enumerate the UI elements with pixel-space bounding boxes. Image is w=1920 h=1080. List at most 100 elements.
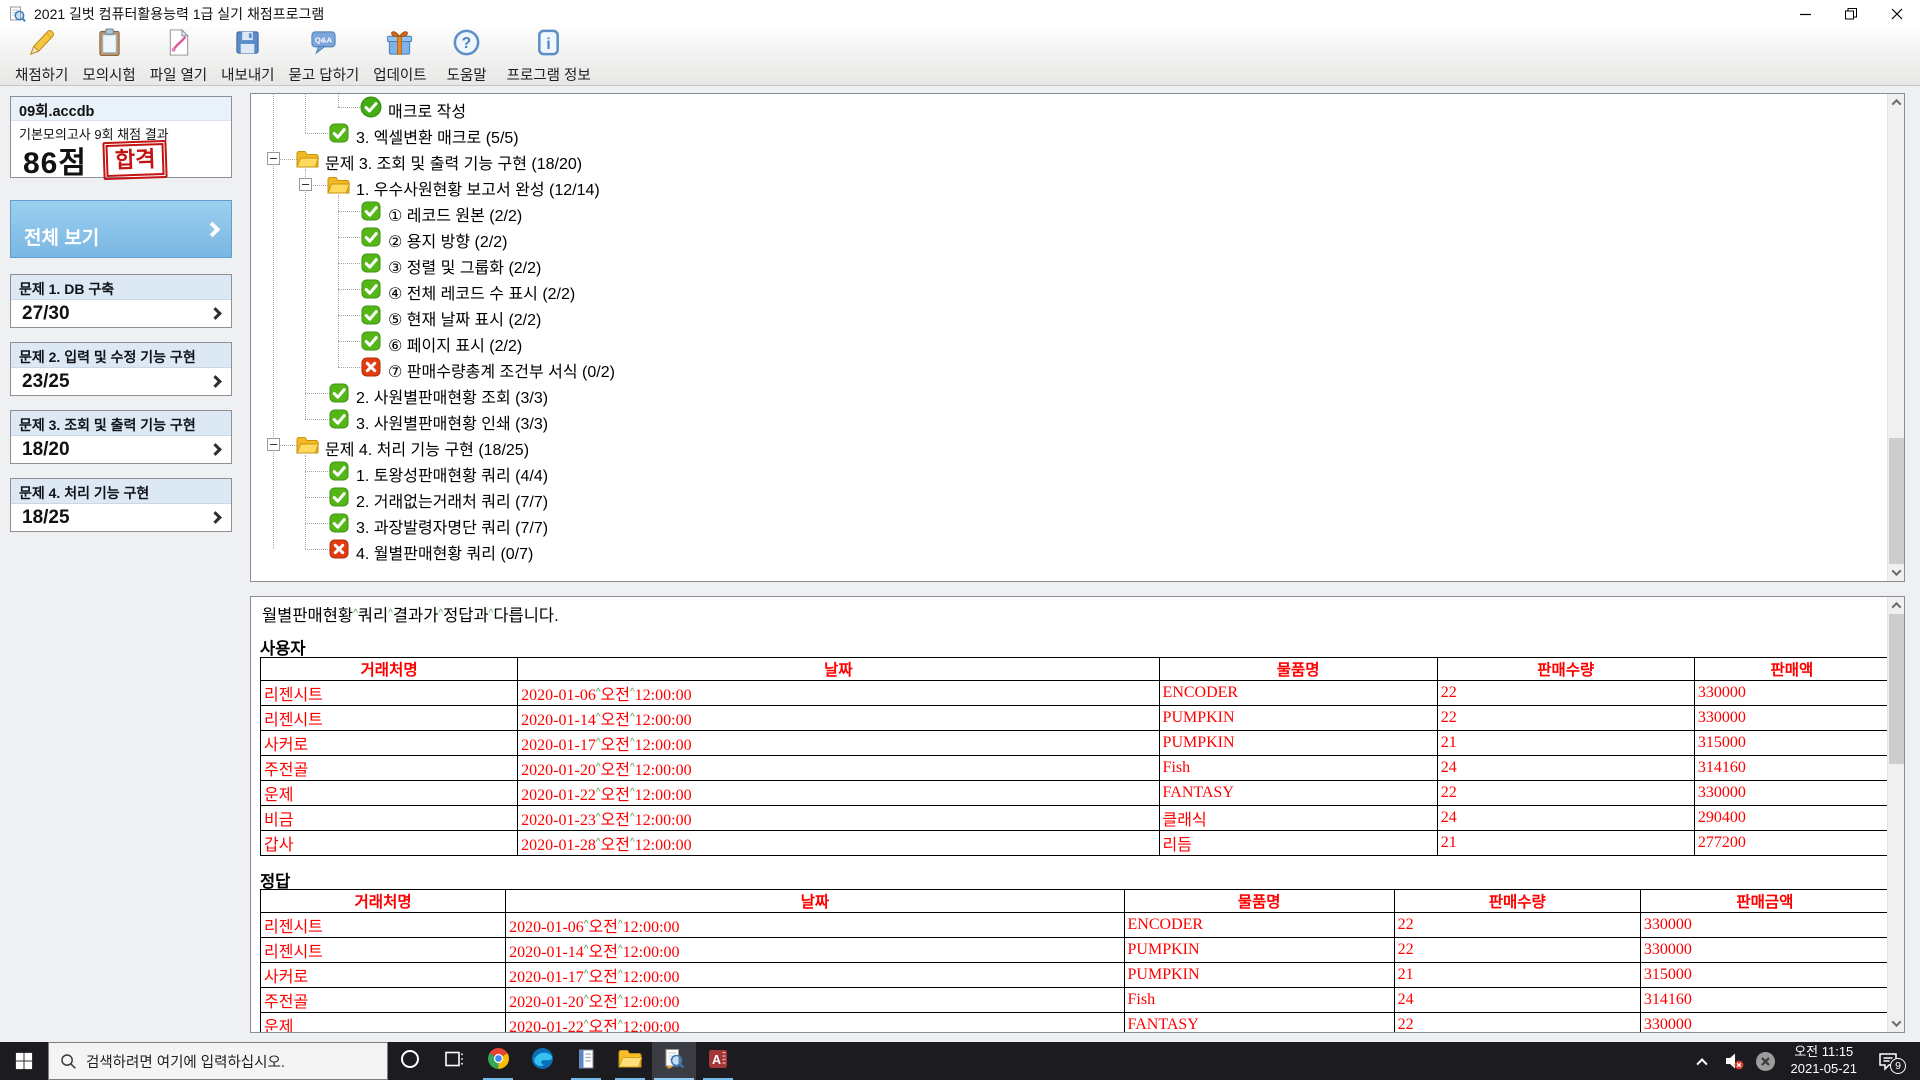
tree-item[interactable]: 문제 4. 처리 기능 구현 (18/25) bbox=[251, 432, 1887, 459]
taskbar-app-notepad[interactable] bbox=[564, 1042, 608, 1080]
toolbar-mock-exam-button[interactable]: 모의시험 bbox=[75, 28, 142, 84]
pass-icon bbox=[359, 278, 382, 300]
table-cell: 21 bbox=[1436, 830, 1695, 856]
tree-item[interactable]: ⑤ 현재 날짜 표시 (2/2) bbox=[251, 302, 1887, 329]
toolbar-button-label: 프로그램 정보 bbox=[506, 68, 591, 84]
taskbar-app-edge[interactable] bbox=[520, 1042, 564, 1080]
window-title: 2021 길벗 컴퓨터활용능력 1급 실기 채점프로그램 bbox=[34, 6, 325, 22]
tray-status-icon[interactable] bbox=[1752, 1042, 1780, 1080]
expander-toggle[interactable] bbox=[267, 438, 280, 451]
tree-item[interactable]: 1. 토왕성판매현황 쿼리 (4/4) bbox=[251, 458, 1887, 485]
tree-item[interactable]: 4. 월별판매현황 쿼리 (0/7) bbox=[251, 536, 1887, 563]
view-all-button[interactable]: 전체 보기 bbox=[10, 200, 232, 258]
problem-score: 27/30 bbox=[22, 302, 70, 324]
toolbar-open-file-button[interactable]: 파일 열기 bbox=[143, 28, 214, 84]
tree-item[interactable]: 2. 거래없는거래처 쿼리 (7/7) bbox=[251, 484, 1887, 511]
table-cell: 2020-01-22^오전^12:00:00 bbox=[505, 1012, 1125, 1032]
file-explorer-icon bbox=[618, 1049, 643, 1074]
taskbar-app-task-view[interactable] bbox=[432, 1042, 476, 1080]
toolbar-grade-button[interactable]: 채점하기 bbox=[8, 28, 75, 84]
minimize-button[interactable] bbox=[1782, 0, 1828, 28]
tree-item[interactable]: 1. 우수사원현황 보고서 완성 (12/14) bbox=[251, 172, 1887, 199]
scrollbar-thumb[interactable] bbox=[1889, 438, 1904, 564]
table-cell: 2020-01-20^오전^12:00:00 bbox=[517, 755, 1160, 781]
scroll-up-arrow-icon[interactable] bbox=[1888, 597, 1904, 614]
table-cell: 22 bbox=[1436, 780, 1695, 806]
taskbar-app-grading-app[interactable] bbox=[652, 1042, 696, 1080]
problem-summary-4[interactable]: 문제 4. 처리 기능 구현 18/25 bbox=[10, 478, 232, 532]
taskbar-app-access[interactable]: A bbox=[696, 1042, 740, 1080]
space-marker: ^ bbox=[353, 608, 358, 619]
close-button[interactable] bbox=[1874, 0, 1920, 28]
scrollbar-thumb[interactable] bbox=[1889, 614, 1904, 764]
tray-clock[interactable]: 오전 11:15 2021-05-21 bbox=[1784, 1044, 1865, 1078]
table-row: 비금 2020-01-23^오전^12:00:00 클래식 24 290400 bbox=[259, 805, 1891, 831]
tree-item[interactable]: 3. 과장발령자명단 쿼리 (7/7) bbox=[251, 510, 1887, 537]
expander-toggle[interactable] bbox=[267, 152, 280, 165]
expander-toggle[interactable] bbox=[299, 178, 312, 191]
windows-taskbar: 검색하려면 여기에 입력하십시오. A 오전 11:15 2021-05-21 bbox=[0, 1042, 1920, 1080]
toolbar-about-button[interactable]: i 프로그램 정보 bbox=[500, 29, 598, 84]
taskbar-search-input[interactable]: 검색하려면 여기에 입력하십시오. bbox=[48, 1042, 388, 1080]
space-marker: ^ bbox=[438, 608, 444, 619]
table-row: 사커로 2020-01-17^오전^12:00:00 PUMPKIN 21 315000 bbox=[259, 962, 1891, 988]
column-header: 물품명 bbox=[1123, 889, 1395, 913]
tree-item[interactable]: 2. 사원별판매현황 조회 (3/3) bbox=[251, 380, 1887, 407]
table-cell: 22 bbox=[1393, 1012, 1641, 1032]
start-button[interactable] bbox=[0, 1042, 48, 1080]
table-cell: 314160 bbox=[1639, 987, 1891, 1013]
svg-text:A: A bbox=[712, 1053, 721, 1067]
graded-file-name: 09회.accdb bbox=[11, 97, 231, 121]
scroll-down-arrow-icon[interactable] bbox=[1888, 564, 1905, 581]
tree-item[interactable]: 매크로 작성 bbox=[251, 94, 1887, 121]
problem-summary-2[interactable]: 문제 2. 입력 및 수정 기능 구현 23/25 bbox=[10, 342, 232, 396]
column-header: 판매액 bbox=[1693, 657, 1891, 681]
column-header: 날짜 bbox=[505, 889, 1125, 913]
folder-icon bbox=[296, 148, 319, 170]
space-marker: ^ bbox=[629, 737, 635, 748]
tree-item[interactable]: ⑥ 페이지 표시 (2/2) bbox=[251, 328, 1887, 355]
toolbar-help-button[interactable]: ? 도움말 bbox=[434, 29, 500, 84]
notification-center-button[interactable]: 9 bbox=[1868, 1042, 1908, 1080]
taskbar-app-chrome[interactable] bbox=[476, 1042, 520, 1080]
tree-item[interactable]: ④ 전체 레코드 수 표시 (2/2) bbox=[251, 276, 1887, 303]
table-cell: 24 bbox=[1436, 755, 1695, 781]
toolbar-export-button[interactable]: 내보내기 bbox=[214, 30, 281, 84]
result-scrollbar[interactable] bbox=[1887, 597, 1904, 1032]
tree-item[interactable]: ③ 정렬 및 그룹화 (2/2) bbox=[251, 250, 1887, 277]
volume-muted-icon[interactable] bbox=[1720, 1042, 1748, 1080]
taskbar-app-cortana[interactable] bbox=[388, 1042, 432, 1080]
pass-icon bbox=[327, 382, 350, 404]
tree-scrollbar[interactable] bbox=[1887, 94, 1904, 581]
table-cell: 315000 bbox=[1639, 962, 1891, 988]
table-cell: 330000 bbox=[1639, 912, 1891, 938]
tree-item[interactable]: 문제 3. 조회 및 출력 기능 구현 (18/20) bbox=[251, 146, 1887, 173]
score-card: 09회.accdb 기본모의고사 9회 채점 결과 86점 합격 bbox=[10, 96, 232, 180]
problem-summary-1[interactable]: 문제 1. DB 구축 27/30 bbox=[10, 274, 232, 328]
pencil-icon bbox=[27, 28, 56, 62]
space-marker: ^ bbox=[617, 1019, 623, 1030]
toolbar-update-button[interactable]: 업데이트 bbox=[366, 30, 433, 84]
table-cell: 2020-01-17^오전^12:00:00 bbox=[517, 730, 1160, 756]
table-cell: 22 bbox=[1393, 937, 1641, 963]
problem-summary-3[interactable]: 문제 3. 조회 및 출력 기능 구현 18/20 bbox=[10, 410, 232, 464]
scroll-down-arrow-icon[interactable] bbox=[1888, 1015, 1904, 1032]
tree-item[interactable]: 3. 사원별판매현황 인쇄 (3/3) bbox=[251, 406, 1887, 433]
table-cell: 주전골 bbox=[259, 987, 507, 1013]
table-cell: 리젠시트 bbox=[259, 705, 519, 731]
scroll-up-arrow-icon[interactable] bbox=[1888, 94, 1905, 111]
table-cell: 운제 bbox=[259, 780, 519, 806]
access-icon: A bbox=[707, 1048, 729, 1075]
table-cell: 330000 bbox=[1639, 937, 1891, 963]
restore-button[interactable] bbox=[1828, 0, 1874, 28]
tree-item[interactable]: ① 레코드 원본 (2/2) bbox=[251, 198, 1887, 225]
column-header: 판매수량 bbox=[1393, 889, 1641, 913]
taskbar-app-file-explorer[interactable] bbox=[608, 1042, 652, 1080]
tree-item[interactable]: 3. 엑셀변환 매크로 (5/5) bbox=[251, 120, 1887, 147]
tray-overflow-button[interactable] bbox=[1688, 1042, 1716, 1080]
pass-icon bbox=[327, 512, 350, 534]
toolbar-qna-button[interactable]: Q&A 묻고 답하기 bbox=[282, 30, 367, 84]
column-header: 판매수량 bbox=[1436, 657, 1695, 681]
tree-item[interactable]: ⑦ 판매수량총계 조건부 서식 (0/2) bbox=[251, 354, 1887, 381]
tree-item[interactable]: ② 용지 방향 (2/2) bbox=[251, 224, 1887, 251]
